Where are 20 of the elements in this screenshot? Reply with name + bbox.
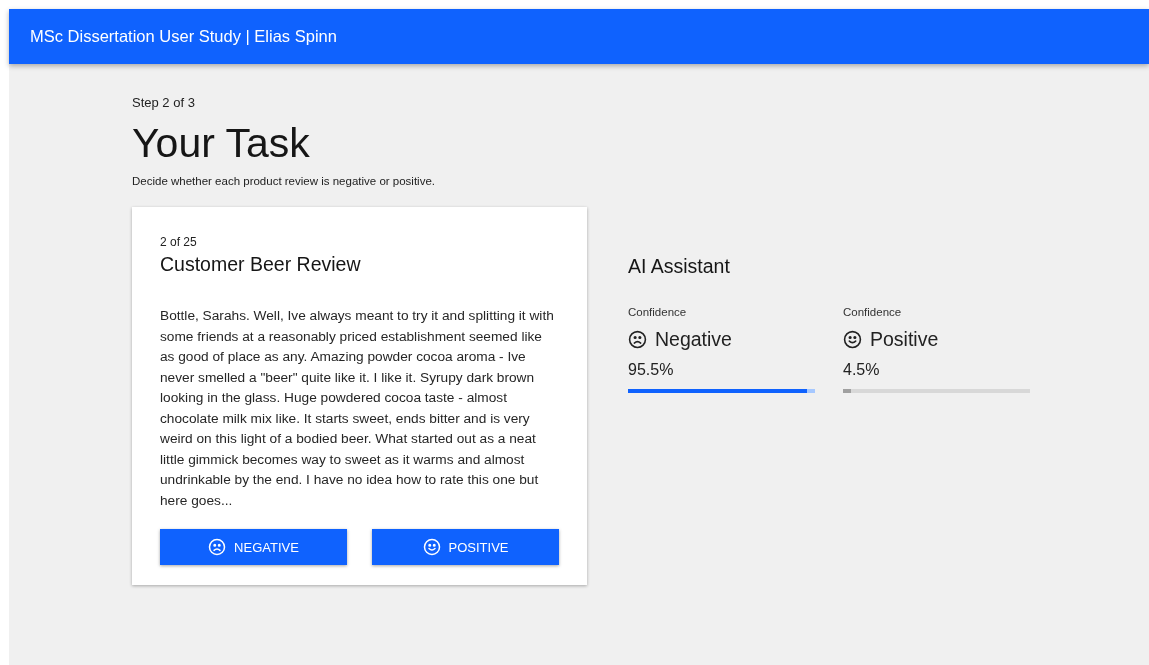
step-indicator: Step 2 of 3 [132,95,196,110]
confidence-caption: Confidence [843,306,903,318]
confidence-caption: Confidence [628,306,688,318]
review-counter: 2 of 25 [160,235,198,249]
prediction-label: Negative [655,328,732,351]
assistant-title: AI Assistant [628,255,731,278]
page-heading: Your Task [132,120,311,167]
prediction-label: Positive [870,328,939,351]
sad-face-icon [208,538,227,556]
card-title: Customer Beer Review [160,253,362,276]
smiley-face-icon [843,330,862,349]
confidence-reading: 95.5% [628,361,675,379]
positive-button[interactable]: POSITIVE [372,529,559,565]
negative-button[interactable]: NEGATIVE [160,529,347,565]
app-title: MSc Dissertation User Study | Elias Spinn [30,27,337,46]
smiley-face-icon [422,538,441,556]
confidence-reading: 4.5% [843,361,881,379]
instructions: Decide whether each product review is negative or positive. [132,175,436,187]
sad-face-icon [628,330,647,349]
review-text: Bottle, Sarahs. Well, Ive always meant to try it and splitting it with some friends at a reasonably priced establishment seemed like as good of place as any. Amazing powder cocoa aroma - Ive never smelled a "beer" quite like it. I like it. Syrupy dark brown looking in the glass. Huge powdered cocoa taste - almost chocolate milk mix like. It starts sweet, ends bitter and is very weird on this light of a bodied beer. What started out as a neat little gimmick becomes way to sweet as it warms and almost undrinkable by the end. I have no idea how to rate this one but here goes... [160,307,555,510]
